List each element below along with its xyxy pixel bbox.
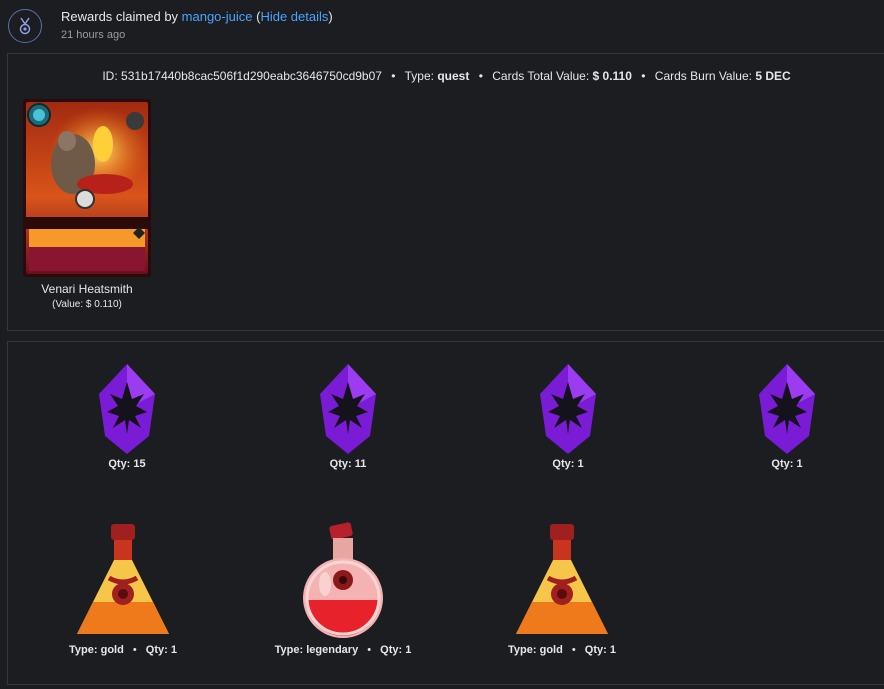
purple-shard-icon	[320, 364, 376, 454]
shard-caption: Qty: 15	[108, 458, 146, 470]
medal-icon	[19, 17, 31, 35]
shard-reward: Qty: 1	[707, 364, 867, 470]
potion-caption: Type: gold • Qty: 1	[508, 644, 616, 656]
reward-header: Rewards claimed by mango-juice (Hide det…	[0, 0, 884, 52]
potion-reward: Type: legendary • Qty: 1	[263, 522, 423, 656]
purple-shard-icon	[540, 364, 596, 454]
header-prefix: Rewards claimed by	[61, 9, 182, 24]
reward-summary: ID: 531b17440b8cac506f1d290eabc3646750cd…	[8, 69, 884, 83]
purple-shard-icon	[99, 364, 155, 454]
potion-reward: Type: gold • Qty: 1	[43, 522, 203, 656]
hide-details-link[interactable]: Hide details	[260, 9, 328, 24]
card-rewards-panel: ID: 531b17440b8cac506f1d290eabc3646750cd…	[7, 53, 884, 331]
potion-caption: Type: gold • Qty: 1	[69, 644, 177, 656]
user-link[interactable]: mango-juice	[182, 9, 253, 24]
type-label: Type:	[404, 69, 434, 83]
separator: •	[391, 69, 396, 83]
shard-caption: Qty: 1	[552, 458, 584, 470]
header-title: Rewards claimed by mango-juice (Hide det…	[61, 9, 333, 24]
shard-caption: Qty: 1	[771, 458, 803, 470]
id-value: 531b17440b8cac506f1d290eabc3646750cd9b07	[121, 69, 382, 83]
type-value: quest	[437, 69, 470, 83]
card-value: (Value: $ 0.110)	[52, 299, 122, 310]
shard-reward: Qty: 1	[488, 364, 648, 470]
burn-value-label: Cards Burn Value:	[654, 69, 752, 83]
close-paren: )	[328, 9, 333, 24]
burn-value: 5 DEC	[755, 69, 791, 83]
potion-reward: Type: gold • Qty: 1	[482, 522, 642, 656]
total-value-label: Cards Total Value:	[492, 69, 590, 83]
shard-reward: Qty: 15	[47, 364, 207, 470]
purple-shard-icon	[759, 364, 815, 454]
timestamp: 21 hours ago	[61, 29, 126, 41]
separator: •	[641, 69, 646, 83]
separator: •	[478, 69, 483, 83]
gold-potion-icon	[516, 524, 608, 634]
card-name: Venari Heatsmith	[41, 282, 133, 296]
item-rewards-panel: Qty: 15 Qty: 11 Qty: 1 Qty: 1 Type: gold…	[7, 341, 884, 685]
gold-potion-icon	[77, 524, 169, 634]
avatar	[8, 9, 42, 43]
shard-reward: Qty: 11	[268, 364, 428, 470]
total-value: $ 0.110	[592, 69, 632, 83]
shard-caption: Qty: 11	[329, 458, 367, 470]
legendary-potion-icon	[303, 522, 383, 638]
potion-caption: Type: legendary • Qty: 1	[274, 644, 412, 656]
id-label: ID:	[102, 69, 118, 83]
card-image[interactable]	[23, 99, 151, 277]
